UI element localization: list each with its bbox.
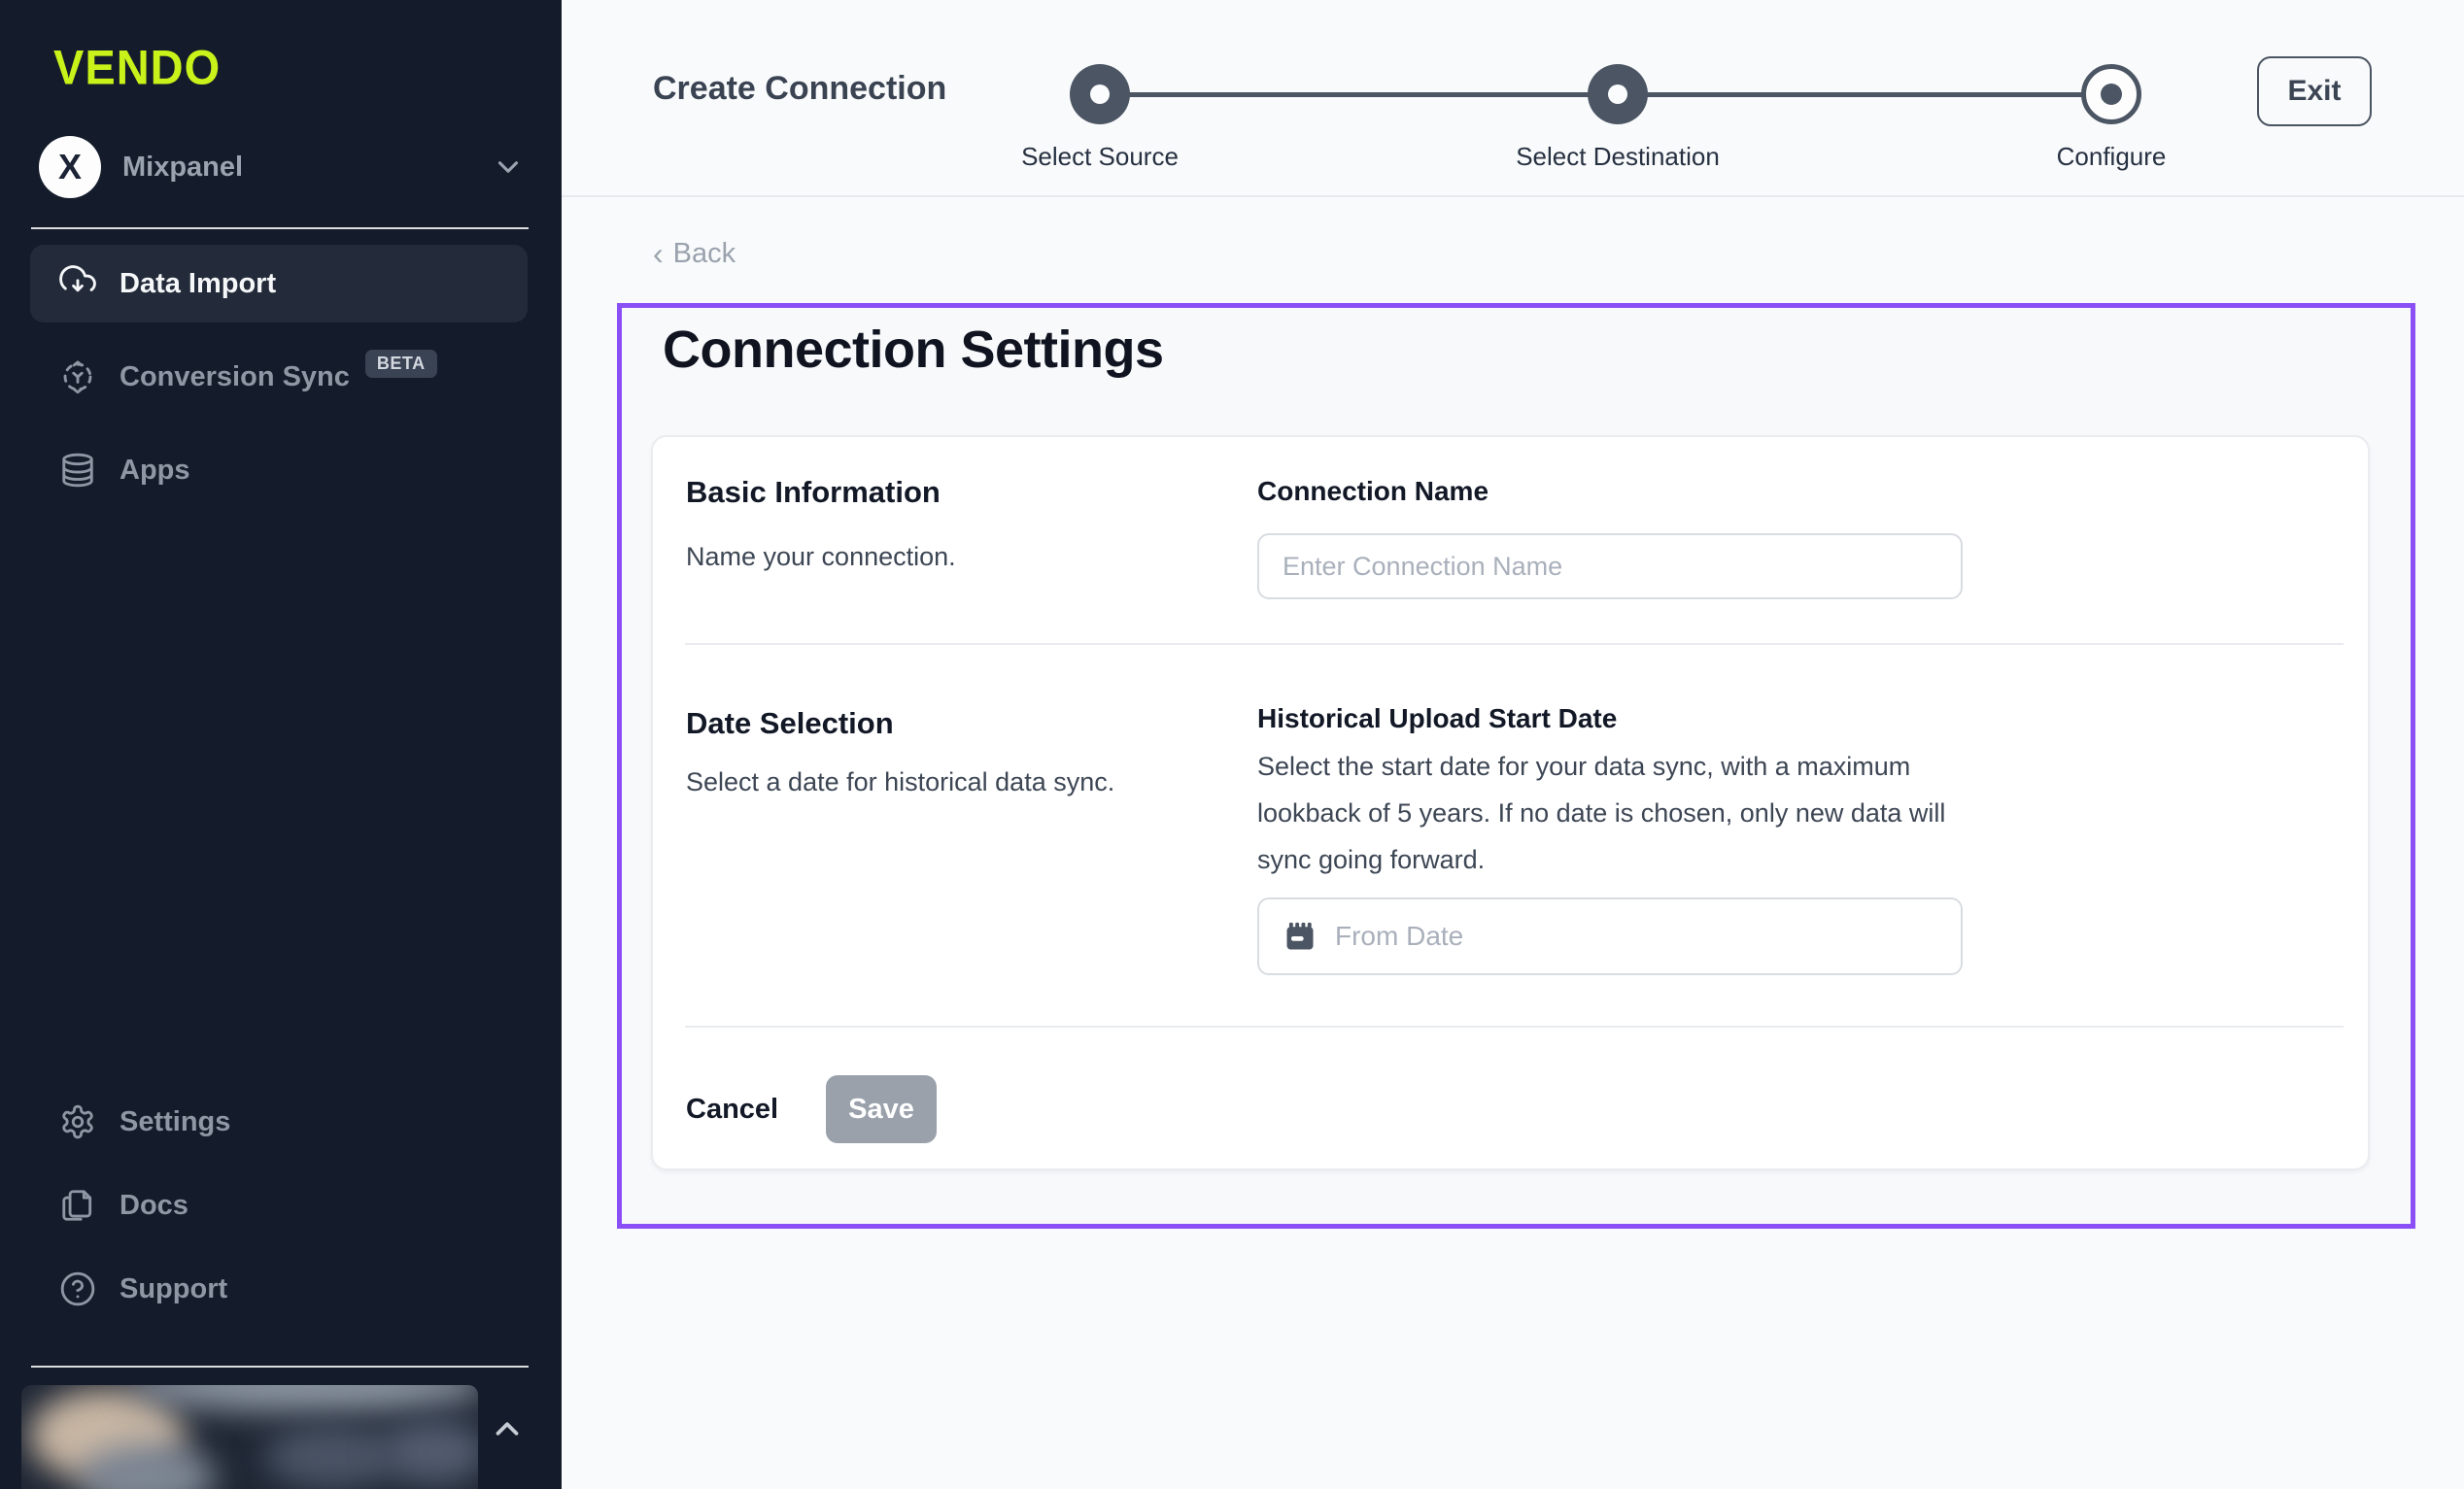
historical-upload-label: Historical Upload Start Date bbox=[1257, 703, 1617, 734]
sidebar-item-label: Settings bbox=[120, 1106, 230, 1138]
basic-information-title: Basic Information bbox=[686, 475, 941, 510]
card-divider bbox=[685, 643, 2344, 645]
sidebar-item-apps[interactable]: Apps bbox=[30, 431, 528, 509]
sidebar-item-conversion-sync[interactable]: Conversion Sync BETA bbox=[30, 338, 528, 416]
cancel-button[interactable]: Cancel bbox=[686, 1075, 778, 1143]
connection-settings-panel: Connection Settings Basic Information Na… bbox=[617, 303, 2415, 1229]
back-label: Back bbox=[673, 238, 736, 270]
gear-icon bbox=[59, 1103, 96, 1140]
sidebar-nav: Data Import Conversion Sync BETA Apps bbox=[30, 245, 528, 525]
sidebar-item-label: Apps bbox=[120, 455, 190, 487]
sidebar-item-support[interactable]: Support bbox=[30, 1247, 528, 1331]
workspace-selector[interactable]: X Mixpanel bbox=[39, 134, 525, 200]
sidebar-item-label: Data Import bbox=[120, 268, 276, 300]
step-dot-select-destination bbox=[1588, 64, 1648, 124]
help-icon bbox=[59, 1270, 96, 1307]
connection-name-label: Connection Name bbox=[1257, 476, 1489, 507]
sidebar-divider-top bbox=[31, 227, 529, 229]
sidebar-item-docs[interactable]: Docs bbox=[30, 1164, 528, 1247]
exit-button[interactable]: Exit bbox=[2257, 56, 2372, 126]
sidebar-item-label: Support bbox=[120, 1273, 227, 1305]
app-screen: VENDO X Mixpanel Data Import C bbox=[0, 0, 2464, 1489]
chevron-left-icon: ‹ bbox=[653, 240, 664, 268]
user-profile-blurred[interactable] bbox=[21, 1385, 478, 1489]
step-label-configure: Configure bbox=[1907, 142, 2315, 172]
sidebar: VENDO X Mixpanel Data Import C bbox=[0, 0, 562, 1489]
sidebar-divider-bottom bbox=[31, 1366, 529, 1368]
date-selection-title: Date Selection bbox=[686, 706, 894, 741]
settings-card: Basic Information Name your connection. … bbox=[651, 435, 2370, 1170]
workspace-name: Mixpanel bbox=[122, 152, 492, 184]
page-title: Create Connection bbox=[653, 70, 946, 108]
mixpanel-logo-icon: X bbox=[39, 136, 101, 198]
step-dot-select-source bbox=[1070, 64, 1130, 124]
sidebar-item-label: Docs bbox=[120, 1190, 188, 1222]
card-divider bbox=[685, 1026, 2344, 1028]
conversion-sync-icon bbox=[59, 358, 96, 395]
stepper-line-1 bbox=[1100, 92, 1618, 97]
docs-icon bbox=[59, 1187, 96, 1224]
database-icon bbox=[59, 452, 96, 489]
panel-title: Connection Settings bbox=[663, 320, 1164, 380]
from-date-input[interactable] bbox=[1335, 921, 1937, 952]
save-button[interactable]: Save bbox=[826, 1075, 937, 1143]
historical-upload-help: Select the start date for your data sync… bbox=[1257, 743, 1947, 883]
calendar-icon bbox=[1283, 919, 1318, 954]
back-link[interactable]: ‹ Back bbox=[653, 238, 736, 270]
basic-information-description: Name your connection. bbox=[686, 542, 956, 572]
stepper-line-2 bbox=[1618, 92, 2111, 97]
sidebar-item-label: Conversion Sync bbox=[120, 361, 350, 393]
main-area: Create Connection Select Source Select D… bbox=[562, 0, 2464, 1489]
beta-badge: BETA bbox=[365, 350, 437, 378]
connection-name-input[interactable] bbox=[1257, 533, 1963, 599]
step-dot-configure bbox=[2081, 64, 2141, 124]
sidebar-item-settings[interactable]: Settings bbox=[30, 1080, 528, 1164]
step-label-select-destination: Select Destination bbox=[1414, 142, 1822, 172]
vendo-logo: VENDO bbox=[53, 39, 221, 95]
chevron-down-icon bbox=[492, 151, 525, 184]
sidebar-footer-nav: Settings Docs Support bbox=[30, 1080, 528, 1331]
sidebar-item-data-import[interactable]: Data Import bbox=[30, 245, 528, 322]
chevron-up-icon[interactable] bbox=[489, 1410, 526, 1447]
cloud-download-icon bbox=[59, 265, 96, 302]
step-label-select-source: Select Source bbox=[896, 142, 1304, 172]
date-selection-description: Select a date for historical data sync. bbox=[686, 767, 1114, 797]
from-date-field[interactable] bbox=[1257, 897, 1963, 975]
create-connection-header: Create Connection Select Source Select D… bbox=[562, 0, 2464, 197]
